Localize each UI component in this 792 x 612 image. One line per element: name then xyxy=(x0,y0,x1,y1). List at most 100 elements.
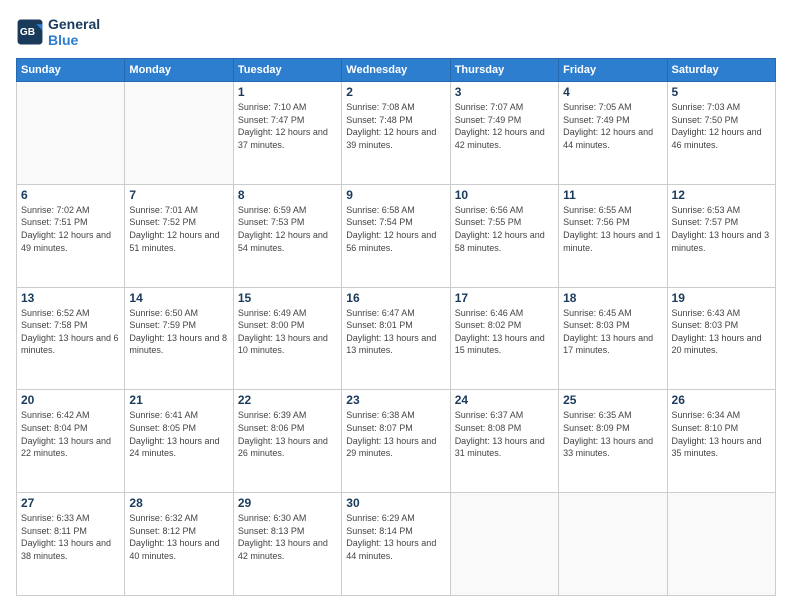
calendar-cell: 27 Sunrise: 6:33 AM Sunset: 8:11 PM Dayli… xyxy=(17,493,125,596)
calendar-cell: 26Sunrise: 6:34 AM Sunset: 8:10 PM Dayli… xyxy=(667,390,775,493)
day-info: Sunrise: 6:46 AM Sunset: 8:02 PM Dayligh… xyxy=(455,307,554,357)
calendar-cell: 20Sunrise: 6:42 AM Sunset: 8:04 PM Dayli… xyxy=(17,390,125,493)
day-number: 22 xyxy=(238,393,337,407)
day-info: Sunrise: 6:58 AM Sunset: 7:54 PM Dayligh… xyxy=(346,204,445,254)
day-info: Sunrise: 7:03 AM Sunset: 7:50 PM Dayligh… xyxy=(672,101,771,151)
calendar-cell: 8 Sunrise: 6:59 AM Sunset: 7:53 PM Daylig… xyxy=(233,184,341,287)
calendar-cell: 9 Sunrise: 6:58 AM Sunset: 7:54 PM Daylig… xyxy=(342,184,450,287)
calendar-week-row: 27 Sunrise: 6:33 AM Sunset: 8:11 PM Dayli… xyxy=(17,493,776,596)
calendar-week-row: 20Sunrise: 6:42 AM Sunset: 8:04 PM Dayli… xyxy=(17,390,776,493)
calendar-cell: 7 Sunrise: 7:01 AM Sunset: 7:52 PM Daylig… xyxy=(125,184,233,287)
calendar-cell: 10 Sunrise: 6:56 AM Sunset: 7:55 PM Dayli… xyxy=(450,184,558,287)
weekday-header-cell: Friday xyxy=(559,59,667,82)
day-number: 6 xyxy=(21,188,120,202)
day-number: 27 xyxy=(21,496,120,510)
day-info: Sunrise: 7:02 AM Sunset: 7:51 PM Dayligh… xyxy=(21,204,120,254)
day-info: Sunrise: 6:50 AM Sunset: 7:59 PM Dayligh… xyxy=(129,307,228,357)
day-info: Sunrise: 6:41 AM Sunset: 8:05 PM Dayligh… xyxy=(129,409,228,459)
calendar-cell xyxy=(125,82,233,185)
day-number: 14 xyxy=(129,291,228,305)
day-number: 7 xyxy=(129,188,228,202)
svg-text:GB: GB xyxy=(20,27,35,38)
day-info: Sunrise: 6:45 AM Sunset: 8:03 PM Dayligh… xyxy=(563,307,662,357)
day-number: 13 xyxy=(21,291,120,305)
day-info: Sunrise: 6:56 AM Sunset: 7:55 PM Dayligh… xyxy=(455,204,554,254)
logo: GB General Blue xyxy=(16,16,100,48)
day-info: Sunrise: 6:43 AM Sunset: 8:03 PM Dayligh… xyxy=(672,307,771,357)
day-info: Sunrise: 7:07 AM Sunset: 7:49 PM Dayligh… xyxy=(455,101,554,151)
calendar-body: 1 Sunrise: 7:10 AM Sunset: 7:47 PM Daylig… xyxy=(17,82,776,596)
day-number: 15 xyxy=(238,291,337,305)
day-number: 19 xyxy=(672,291,771,305)
calendar-cell: 17 Sunrise: 6:46 AM Sunset: 8:02 PM Dayli… xyxy=(450,287,558,390)
day-number: 18 xyxy=(563,291,662,305)
calendar-cell: 28 Sunrise: 6:32 AM Sunset: 8:12 PM Dayli… xyxy=(125,493,233,596)
day-info: Sunrise: 6:39 AM Sunset: 8:06 PM Dayligh… xyxy=(238,409,337,459)
calendar-week-row: 1 Sunrise: 7:10 AM Sunset: 7:47 PM Daylig… xyxy=(17,82,776,185)
calendar-week-row: 13 Sunrise: 6:52 AM Sunset: 7:58 PM Dayli… xyxy=(17,287,776,390)
calendar-cell: 15 Sunrise: 6:49 AM Sunset: 8:00 PM Dayli… xyxy=(233,287,341,390)
calendar-cell: 24Sunrise: 6:37 AM Sunset: 8:08 PM Dayli… xyxy=(450,390,558,493)
page: GB General Blue SundayMondayTuesdayWedne… xyxy=(0,0,792,612)
calendar-cell: 11Sunrise: 6:55 AM Sunset: 7:56 PM Dayli… xyxy=(559,184,667,287)
day-info: Sunrise: 6:47 AM Sunset: 8:01 PM Dayligh… xyxy=(346,307,445,357)
day-number: 10 xyxy=(455,188,554,202)
day-number: 25 xyxy=(563,393,662,407)
calendar-cell: 5 Sunrise: 7:03 AM Sunset: 7:50 PM Daylig… xyxy=(667,82,775,185)
day-number: 30 xyxy=(346,496,445,510)
day-number: 5 xyxy=(672,85,771,99)
calendar-cell: 6 Sunrise: 7:02 AM Sunset: 7:51 PM Daylig… xyxy=(17,184,125,287)
day-info: Sunrise: 6:49 AM Sunset: 8:00 PM Dayligh… xyxy=(238,307,337,357)
calendar-week-row: 6 Sunrise: 7:02 AM Sunset: 7:51 PM Daylig… xyxy=(17,184,776,287)
day-info: Sunrise: 7:01 AM Sunset: 7:52 PM Dayligh… xyxy=(129,204,228,254)
day-number: 4 xyxy=(563,85,662,99)
weekday-header-cell: Thursday xyxy=(450,59,558,82)
day-info: Sunrise: 6:59 AM Sunset: 7:53 PM Dayligh… xyxy=(238,204,337,254)
day-info: Sunrise: 6:52 AM Sunset: 7:58 PM Dayligh… xyxy=(21,307,120,357)
day-info: Sunrise: 7:10 AM Sunset: 7:47 PM Dayligh… xyxy=(238,101,337,151)
day-info: Sunrise: 6:33 AM Sunset: 8:11 PM Dayligh… xyxy=(21,512,120,562)
day-info: Sunrise: 6:30 AM Sunset: 8:13 PM Dayligh… xyxy=(238,512,337,562)
calendar-cell: 30 Sunrise: 6:29 AM Sunset: 8:14 PM Dayli… xyxy=(342,493,450,596)
weekday-header-cell: Sunday xyxy=(17,59,125,82)
logo-text: General Blue xyxy=(48,16,100,48)
calendar-cell: 19 Sunrise: 6:43 AM Sunset: 8:03 PM Dayli… xyxy=(667,287,775,390)
day-info: Sunrise: 6:32 AM Sunset: 8:12 PM Dayligh… xyxy=(129,512,228,562)
calendar-cell: 21 Sunrise: 6:41 AM Sunset: 8:05 PM Dayli… xyxy=(125,390,233,493)
day-number: 2 xyxy=(346,85,445,99)
day-info: Sunrise: 6:29 AM Sunset: 8:14 PM Dayligh… xyxy=(346,512,445,562)
day-number: 16 xyxy=(346,291,445,305)
calendar-cell: 13 Sunrise: 6:52 AM Sunset: 7:58 PM Dayli… xyxy=(17,287,125,390)
calendar-cell: 4Sunrise: 7:05 AM Sunset: 7:49 PM Daylig… xyxy=(559,82,667,185)
calendar-cell: 12Sunrise: 6:53 AM Sunset: 7:57 PM Dayli… xyxy=(667,184,775,287)
logo-icon: GB xyxy=(16,18,44,46)
calendar-cell: 1 Sunrise: 7:10 AM Sunset: 7:47 PM Daylig… xyxy=(233,82,341,185)
day-info: Sunrise: 6:35 AM Sunset: 8:09 PM Dayligh… xyxy=(563,409,662,459)
day-number: 3 xyxy=(455,85,554,99)
weekday-header-cell: Monday xyxy=(125,59,233,82)
day-number: 21 xyxy=(129,393,228,407)
calendar-cell: 2Sunrise: 7:08 AM Sunset: 7:48 PM Daylig… xyxy=(342,82,450,185)
day-number: 11 xyxy=(563,188,662,202)
calendar-cell: 23 Sunrise: 6:38 AM Sunset: 8:07 PM Dayli… xyxy=(342,390,450,493)
day-number: 12 xyxy=(672,188,771,202)
header: GB General Blue xyxy=(16,16,776,48)
calendar-cell xyxy=(450,493,558,596)
day-number: 1 xyxy=(238,85,337,99)
day-number: 9 xyxy=(346,188,445,202)
calendar-cell: 18 Sunrise: 6:45 AM Sunset: 8:03 PM Dayli… xyxy=(559,287,667,390)
day-number: 28 xyxy=(129,496,228,510)
weekday-header-row: SundayMondayTuesdayWednesdayThursdayFrid… xyxy=(17,59,776,82)
day-info: Sunrise: 6:38 AM Sunset: 8:07 PM Dayligh… xyxy=(346,409,445,459)
day-number: 17 xyxy=(455,291,554,305)
calendar-cell: 14 Sunrise: 6:50 AM Sunset: 7:59 PM Dayli… xyxy=(125,287,233,390)
day-number: 26 xyxy=(672,393,771,407)
day-number: 8 xyxy=(238,188,337,202)
calendar-table: SundayMondayTuesdayWednesdayThursdayFrid… xyxy=(16,58,776,596)
day-info: Sunrise: 6:42 AM Sunset: 8:04 PM Dayligh… xyxy=(21,409,120,459)
weekday-header-cell: Tuesday xyxy=(233,59,341,82)
calendar-cell xyxy=(559,493,667,596)
calendar-cell: 22 Sunrise: 6:39 AM Sunset: 8:06 PM Dayli… xyxy=(233,390,341,493)
day-number: 23 xyxy=(346,393,445,407)
calendar-cell xyxy=(17,82,125,185)
